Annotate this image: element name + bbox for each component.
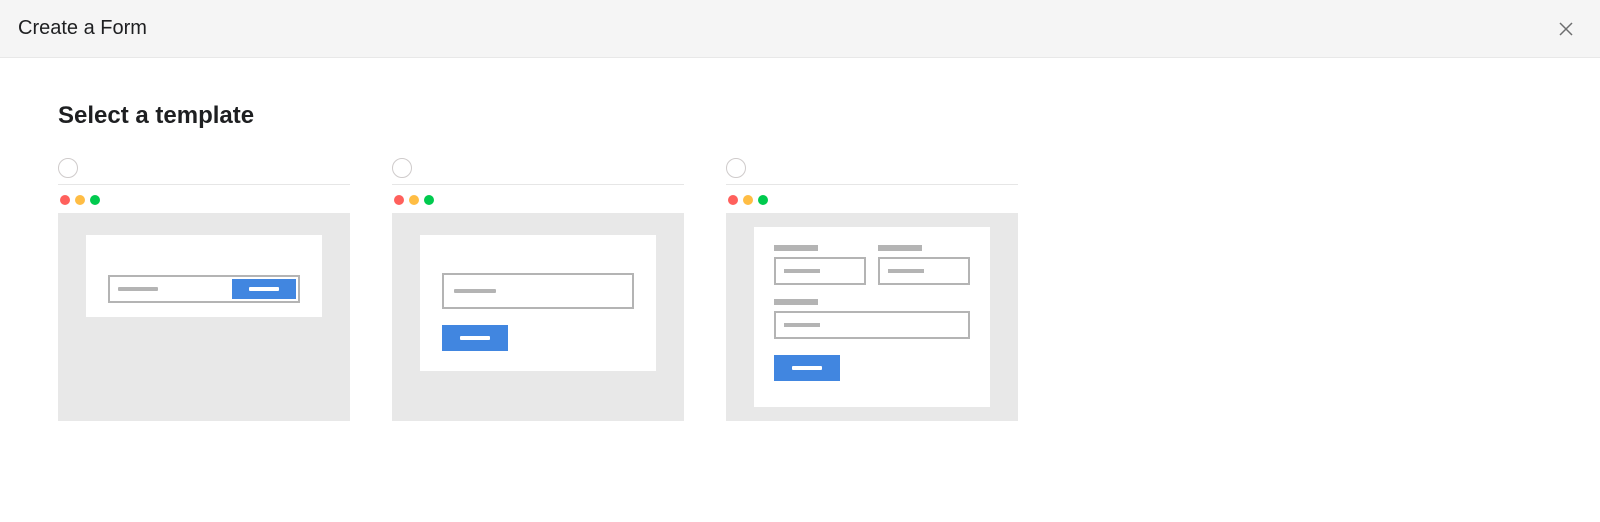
- section-title: Select a template: [58, 102, 1542, 130]
- divider: [726, 184, 1018, 185]
- template-radio[interactable]: [58, 158, 78, 178]
- traffic-light-orange-icon: [409, 195, 419, 205]
- preview-panel: [754, 227, 990, 407]
- preview-label: [774, 245, 818, 251]
- button-label-line-icon: [460, 336, 490, 340]
- preview-submit-button: [774, 355, 840, 381]
- preview-submit-button: [442, 325, 508, 351]
- browser-dots: [392, 195, 684, 205]
- button-label-line-icon: [792, 366, 822, 370]
- template-card-multi-field[interactable]: [726, 158, 1018, 421]
- template-preview[interactable]: [392, 213, 684, 421]
- placeholder-line-icon: [784, 323, 820, 327]
- traffic-light-orange-icon: [743, 195, 753, 205]
- traffic-light-orange-icon: [75, 195, 85, 205]
- preview-input: [878, 257, 970, 285]
- placeholder-line-icon: [784, 269, 820, 273]
- traffic-light-green-icon: [758, 195, 768, 205]
- preview-input: [774, 311, 970, 339]
- traffic-light-red-icon: [60, 195, 70, 205]
- modal-title: Create a Form: [18, 17, 147, 40]
- modal-header: Create a Form: [0, 0, 1600, 58]
- traffic-light-green-icon: [424, 195, 434, 205]
- close-button[interactable]: [1552, 15, 1580, 43]
- preview-panel: [86, 235, 322, 317]
- placeholder-line-icon: [888, 269, 924, 273]
- template-card-inline[interactable]: [58, 158, 350, 421]
- template-list: [58, 158, 1542, 421]
- placeholder-line-icon: [118, 287, 158, 291]
- traffic-light-red-icon: [728, 195, 738, 205]
- divider: [58, 184, 350, 185]
- traffic-light-red-icon: [394, 195, 404, 205]
- preview-input: [442, 273, 634, 309]
- preview-label: [774, 299, 818, 305]
- placeholder-line-icon: [454, 289, 496, 293]
- browser-dots: [726, 195, 1018, 205]
- traffic-light-green-icon: [90, 195, 100, 205]
- preview-label: [878, 245, 922, 251]
- modal-content: Select a template: [0, 58, 1600, 461]
- preview-input: [774, 257, 866, 285]
- button-label-line-icon: [249, 287, 279, 291]
- template-card-single-field[interactable]: [392, 158, 684, 421]
- preview-panel: [420, 235, 656, 371]
- close-icon: [1558, 21, 1574, 37]
- template-radio[interactable]: [392, 158, 412, 178]
- preview-submit-button: [232, 279, 296, 299]
- preview-input: [108, 275, 300, 303]
- template-preview[interactable]: [726, 213, 1018, 421]
- divider: [392, 184, 684, 185]
- browser-dots: [58, 195, 350, 205]
- template-radio[interactable]: [726, 158, 746, 178]
- template-preview[interactable]: [58, 213, 350, 421]
